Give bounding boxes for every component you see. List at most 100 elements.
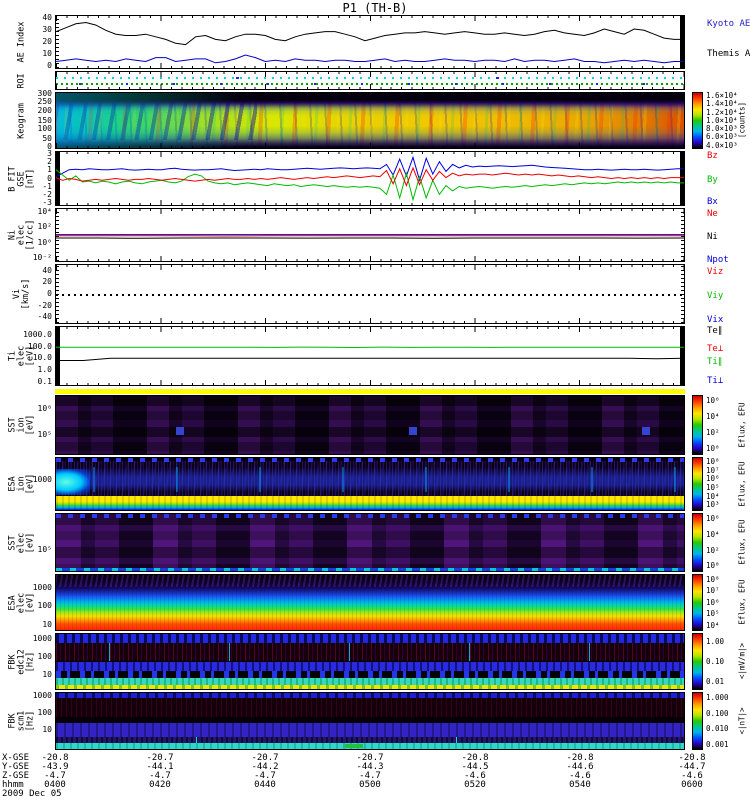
sst-ion-colorbar (692, 395, 703, 455)
y-tick: 1000.0 (23, 330, 52, 340)
y-tick: 10⁵ (37, 544, 52, 554)
cb-label: 10⁸ (706, 457, 720, 466)
esa-ion-noise-layer (56, 460, 684, 497)
fbk-b-band (56, 736, 684, 744)
keogram-colorbar-unit: [counts] (737, 101, 747, 139)
cb-label: 1.2×10⁴ (706, 107, 738, 117)
cb-label: 10² (706, 428, 720, 438)
cb-label: 10⁸ (706, 575, 720, 584)
cb-label: 0.10 (706, 656, 725, 666)
cb-label: 10⁴ (706, 412, 720, 422)
esa-elec-colorbar-unit: Eflux, EFU (737, 579, 747, 625)
cb-label: 10⁰ (706, 444, 720, 454)
y-tick: 100 (37, 652, 52, 662)
cb-label: 10⁶ (706, 514, 720, 523)
xaxis-value: 0600 (681, 780, 703, 790)
fbk-e-colorbar-unit: <|mV/m|> (737, 642, 747, 680)
y-tick: 150 (37, 115, 52, 125)
themis-summary-plot: P1 (TH-B) AE Index 40 30 20 10 0 Kyoto A… (0, 0, 750, 800)
y-tick: 10⁶ (37, 403, 52, 413)
y-tick: 1000 (32, 691, 52, 701)
y-tick: 10² (37, 222, 52, 232)
cb-label: 4.0×10³ (706, 140, 738, 150)
y-tick: 100.0 (27, 341, 52, 351)
legend-ti-perp: Ti⊥ (707, 376, 724, 386)
ti-lines (56, 346, 684, 361)
esa-ion-colorbar (692, 457, 703, 511)
cb-label: 0.001 (706, 739, 729, 749)
y-tick: 100 (37, 601, 52, 611)
cb-label: 0.010 (706, 724, 729, 733)
y-tick: 10⁰ (37, 237, 52, 247)
y-tick: 0.1 (37, 376, 52, 386)
xaxis-value: 0540 (569, 780, 591, 790)
y-tick: 10 (42, 724, 52, 734)
keogram-base-layer (56, 93, 684, 148)
y-tick: 10 (42, 48, 52, 58)
fbk-b-band (56, 743, 684, 749)
fbk-b-colorbar-unit: <|nT|> (737, 707, 747, 735)
fbk-e-colorbar (692, 633, 703, 690)
vi-panel: Vi [km/s] 40 20 0 -20 -40 (12, 264, 685, 324)
xaxis-value: 0420 (149, 780, 171, 790)
y-tick: 2 (47, 156, 52, 166)
y-tick: 1000 (32, 633, 52, 643)
y-tick: 250 (37, 97, 52, 107)
y-tick: 3 (47, 148, 52, 158)
keogram-streaks-layer (56, 93, 684, 148)
fbk-scm1-spectrogram: FBK scm1 [Hz] 1000 100 10 (8, 692, 685, 750)
y-tick: 20 (42, 277, 52, 287)
ae-index-panel: AE Index 40 30 20 10 0 (17, 14, 685, 69)
legend-viy: Viy (707, 291, 724, 301)
fbk-e-colorbar-labels: 1.00 0.10 0.01 (706, 638, 738, 685)
sst-elec-bottom-dashes (56, 568, 684, 571)
legend-kyoto-ae: Kyoto AE (707, 19, 750, 29)
cb-label: 1.4×10⁴ (706, 99, 738, 109)
esa-elec-spectrogram: ESA elec [eV] 1000 100 10 (8, 574, 685, 631)
xaxis-value: 0500 (359, 780, 381, 790)
cb-label: 0.01 (706, 676, 725, 686)
legend-ti-par: Ti∥ (707, 357, 723, 367)
y-tick: 10 (42, 619, 52, 629)
bfit-lines (56, 155, 684, 202)
keogram-spectrogram: Keogram 300 250 200 150 100 50 0 (17, 90, 685, 150)
y-tick: 30 (42, 25, 52, 35)
cb-label: 1.000 (706, 693, 729, 702)
sst-elec-colorbar (692, 513, 703, 572)
y-tick: 50 (42, 133, 52, 143)
y-tick: -40 (37, 312, 52, 322)
y-tick: 1.0 (37, 364, 52, 374)
y-tick: 1000 (32, 583, 52, 593)
fbk-e-band (56, 634, 684, 643)
y-tick: 40 (42, 265, 52, 275)
sst-elec-top-dashes (56, 514, 684, 518)
fbk-e-band (56, 671, 684, 678)
esa-elec-colorbar-labels: 10⁸ 10⁷ 10⁶ 10⁵ 10⁴ (706, 576, 738, 629)
cb-label: 10⁰ (706, 561, 720, 571)
keogram-fingers-layer (56, 101, 257, 140)
esa-ion-colorbar-unit: Eflux, EFU (737, 461, 747, 507)
y-tick: 10.0 (32, 353, 52, 363)
y-tick: 10 (42, 669, 52, 679)
legend-viz: Viz (707, 267, 724, 277)
esa-ion-spectrogram: ESA ion [eV] 1000 (8, 457, 685, 511)
esa-ion-low-energy-bands (56, 496, 684, 510)
y-tick: 0 (47, 60, 52, 70)
legend-bz: Bz (707, 151, 718, 161)
roi-lower-dots (56, 82, 684, 85)
cb-label: 10⁶ (706, 396, 720, 405)
roi-y-axis-label: ROI (16, 72, 27, 89)
sst-ion-colorbar-unit: Eflux, EFU (737, 402, 747, 448)
cb-label: 1.00 (706, 637, 725, 646)
y-tick: 10⁴ (37, 206, 52, 216)
cb-label: 10⁵ (706, 609, 720, 619)
ni-lines (56, 234, 684, 239)
keogram-colorbar (692, 92, 703, 149)
y-tick: 100 (37, 124, 52, 134)
fbk-b-band (56, 723, 684, 737)
yellow-separator-bar (55, 388, 685, 395)
cb-label: 10² (706, 545, 720, 555)
fbk-e-band (56, 678, 684, 685)
sst-ion-colorbar-labels: 10⁶ 10⁴ 10² 10⁰ (706, 397, 738, 453)
esa-ion-colorbar-labels: 10⁸ 10⁷ 10⁶ 10⁵ 10⁴ 10³ (706, 458, 738, 509)
